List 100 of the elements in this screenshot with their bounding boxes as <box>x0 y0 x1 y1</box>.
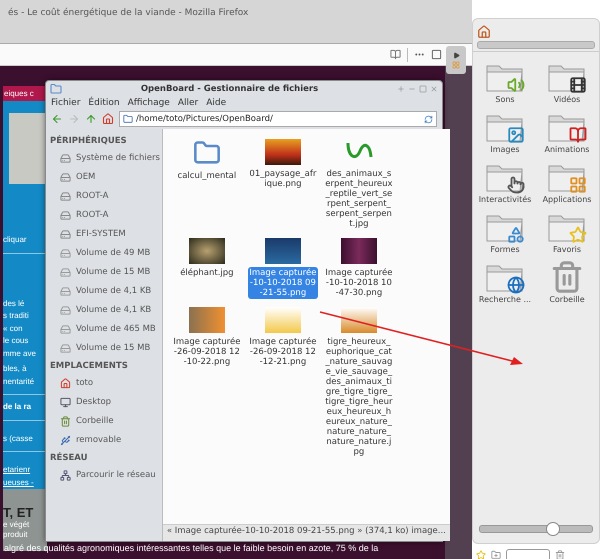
trash-icon[interactable] <box>550 260 584 294</box>
window-title: OpenBoard - Gestionnaire de fichiers <box>140 84 320 94</box>
giraffe-thumbnail <box>264 307 301 333</box>
file-name[interactable]: des_animaux_serpent_heureux_reptile_vert_serpent_serpent_serpent_serpent.jpg <box>324 168 394 230</box>
library-label: Animations <box>544 145 590 154</box>
status-bar: « Image capturée-10-10-2018 09-21-55.png » (374,1 ko) image... <box>162 524 450 541</box>
sidebar-item[interactable]: Volume de 4,1 KB <box>50 301 160 319</box>
usb-icon <box>60 434 71 446</box>
sidebar-item[interactable]: OEM <box>50 168 160 186</box>
file-name[interactable]: Image capturée-10-10-2018 09-21-55.png <box>248 267 318 299</box>
heading-text: de la ra <box>3 401 32 414</box>
file-name[interactable]: Image capturée-26-09-2018 12-12-21.png <box>248 336 318 368</box>
pin-icon[interactable] <box>397 85 405 93</box>
library-label: Interactivités <box>478 195 532 204</box>
sidebar-item[interactable]: Volume de 15 MB <box>50 263 160 281</box>
drive-icon <box>60 190 71 202</box>
sidebar-item[interactable]: ROOT-A <box>50 206 160 224</box>
star-icon[interactable] <box>476 550 486 559</box>
library-label: Recherche ... <box>478 295 532 304</box>
drive-icon <box>60 152 71 164</box>
close-icon[interactable] <box>430 85 438 93</box>
zoom-slider[interactable] <box>479 525 593 533</box>
library-label: Favoris <box>552 245 582 254</box>
menu-item[interactable]: Aller <box>178 98 198 108</box>
scrollbar[interactable] <box>477 41 595 49</box>
photo-placeholder <box>9 113 45 184</box>
home-icon <box>60 378 71 388</box>
forward-icon[interactable] <box>68 113 80 125</box>
library-label: Corbeille <box>549 295 585 304</box>
menu-item[interactable]: Édition <box>88 98 120 108</box>
file-name[interactable]: calcul_mental <box>172 170 242 182</box>
sidebar-item[interactable]: Volume de 465 MB <box>50 320 160 338</box>
link-text[interactable]: etarienr <box>3 464 47 477</box>
window-title: és - Le coût énergétique de la viande - Mozilla Firefox <box>8 8 248 18</box>
new-folder-icon[interactable] <box>491 550 501 559</box>
sidebar-item[interactable]: Volume de 49 MB <box>50 244 160 262</box>
section-heading: EMPLACEMENTS <box>50 360 129 373</box>
home-icon[interactable] <box>102 113 114 125</box>
slider-thumb[interactable] <box>546 522 560 536</box>
paragraph-text: des lé <box>3 298 26 310</box>
section-heading: RÉSEAU <box>50 451 88 465</box>
sidebar-item[interactable]: removable <box>50 431 160 449</box>
cartoon-thumbnail <box>188 307 225 333</box>
file-name[interactable]: éléphant.jpg <box>172 267 242 279</box>
desktop-icon <box>60 396 71 408</box>
menu-item[interactable]: Fichier <box>51 98 80 108</box>
paragraph-text: bles, à <box>3 363 28 376</box>
paragraph-text: nentarité <box>3 376 36 388</box>
sidebar-item[interactable]: Parcourir le réseau <box>50 466 160 484</box>
link-text[interactable]: cliquar <box>3 234 47 247</box>
sidebar-item[interactable]: Corbeille <box>50 412 160 430</box>
drive-icon <box>60 228 71 240</box>
library-label: Images <box>490 145 520 154</box>
file-name[interactable]: 01_paysage_afrique.png <box>248 168 318 190</box>
elephant-thumbnail <box>188 238 225 264</box>
sidebar-item[interactable]: Système de fichiers <box>50 149 160 167</box>
section-heading: PÉRIPHÉRIQUES <box>50 134 128 148</box>
library-label: Sons <box>495 95 515 104</box>
drive-icon <box>60 210 71 220</box>
paragraph-text: « con <box>3 322 24 335</box>
sunset-thumbnail <box>264 139 301 165</box>
up-icon[interactable] <box>85 113 97 125</box>
refresh-icon[interactable] <box>424 114 433 124</box>
paragraph-text: le cous <box>3 335 30 348</box>
paragraph-text: mme ave <box>3 348 37 360</box>
sidebar-item[interactable]: Volume de 15 MB <box>50 339 160 357</box>
webpage-thumbnail <box>340 238 377 264</box>
folder-icon <box>50 83 62 95</box>
paragraph-text: produit <box>3 530 28 540</box>
library-label: Applications <box>542 195 592 204</box>
path-field[interactable]: /home/toto/Pictures/OpenBoard/ <box>119 111 437 127</box>
home-icon[interactable] <box>477 25 491 39</box>
folder-icon <box>123 114 133 124</box>
paragraph-text: s traditi <box>3 310 30 322</box>
tiger-thumbnail <box>340 307 377 333</box>
sidebar-item[interactable]: toto <box>50 374 160 392</box>
file-name[interactable]: Image capturée-10-10-2018 10-47-30.png <box>324 267 394 299</box>
sidebar-item[interactable]: EFI-SYSTEM <box>50 225 160 243</box>
drive-icon <box>60 172 71 182</box>
maximize-icon[interactable] <box>419 85 427 93</box>
back-icon[interactable] <box>51 113 63 125</box>
trash-icon <box>60 416 71 426</box>
sidebar-item[interactable]: ROOT-A <box>50 187 160 205</box>
section-heading: T, ET <box>3 505 34 520</box>
list-text: s (casse <box>3 432 34 445</box>
reader-view-icon[interactable] <box>390 49 401 60</box>
sidebar-item[interactable]: Desktop <box>50 393 160 411</box>
menu-item[interactable]: Affichage <box>128 98 170 108</box>
paragraph-text: e végét <box>3 520 30 530</box>
trash-icon[interactable] <box>555 550 565 559</box>
menu-item[interactable]: Aide <box>206 98 226 108</box>
paragraph-text: algré des qualités agronomiques intéressantes telles que le faible besoin en azote, 75 % de la <box>4 543 378 553</box>
file-name[interactable]: tigre_heureux_euphorique_cat_nature_sauvage_vie_sauvage_des_animaux_tigre_tigre_tigre_tigre_tigre_heureux_heureux_heureux_nature_nature_nature_nature_nature.jpg <box>324 336 394 458</box>
library-label: Vidéos <box>554 95 580 104</box>
network-icon <box>60 470 71 480</box>
file-name[interactable]: Image capturée-26-09-2018 12-10-22.png <box>172 336 242 368</box>
ocean-thumbnail <box>264 238 301 264</box>
link-text[interactable]: ueuses - <box>3 476 47 490</box>
sidebar-item[interactable]: Volume de 4,1 KB <box>50 282 160 300</box>
search-field[interactable] <box>506 549 550 559</box>
